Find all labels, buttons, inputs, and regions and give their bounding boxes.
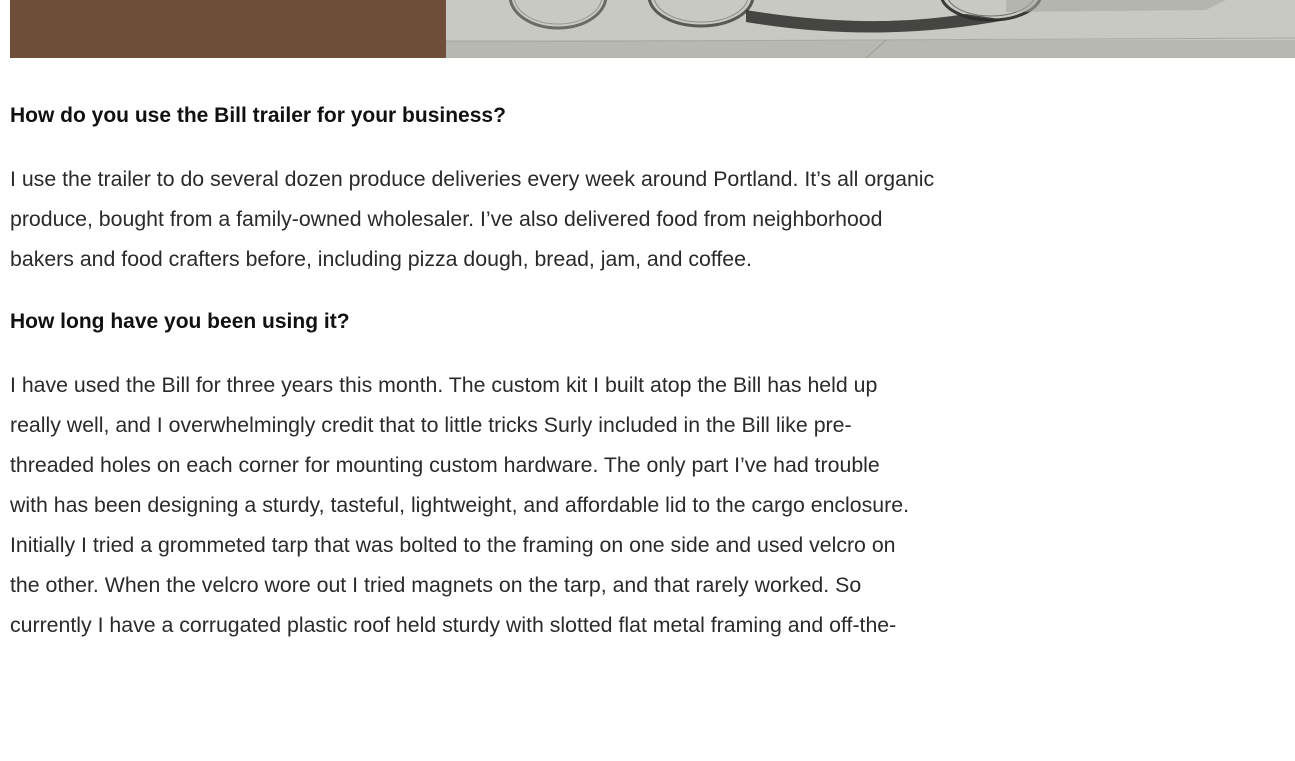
answer-2-line: currently I have a corrugated plastic ro… xyxy=(10,613,897,637)
answer-2-line: threaded holes on each corner for mounti… xyxy=(10,453,880,477)
answer-2-line: with has been designing a sturdy, tastef… xyxy=(10,493,909,517)
answer-2-line: I have used the Bill for three years thi… xyxy=(10,373,878,397)
answer-1-line: produce, bought from a family-owned whol… xyxy=(10,207,883,231)
answer-paragraph-1: I use the trailer to do several dozen pr… xyxy=(10,159,1295,279)
bicycle-photo-illustration xyxy=(446,0,1295,58)
answer-1-line: bakers and food crafters before, includi… xyxy=(10,247,752,271)
hero-image-strip xyxy=(0,0,1295,58)
answer-2-line: really well, and I overwhelmingly credit… xyxy=(10,413,852,437)
answer-2-line: the other. When the velcro wore out I tr… xyxy=(10,573,862,597)
answer-paragraph-2: I have used the Bill for three years thi… xyxy=(10,365,1295,645)
hero-color-panel xyxy=(10,0,446,58)
answer-2-line: Initially I tried a grommeted tarp that … xyxy=(10,533,896,557)
question-heading-1: How do you use the Bill trailer for your… xyxy=(10,104,506,127)
question-heading-2: How long have you been using it? xyxy=(10,310,350,333)
answer-1-line: I use the trailer to do several dozen pr… xyxy=(10,167,935,191)
article-body: How do you use the Bill trailer for your… xyxy=(10,96,1295,645)
hero-photo-bicycle xyxy=(446,0,1295,58)
